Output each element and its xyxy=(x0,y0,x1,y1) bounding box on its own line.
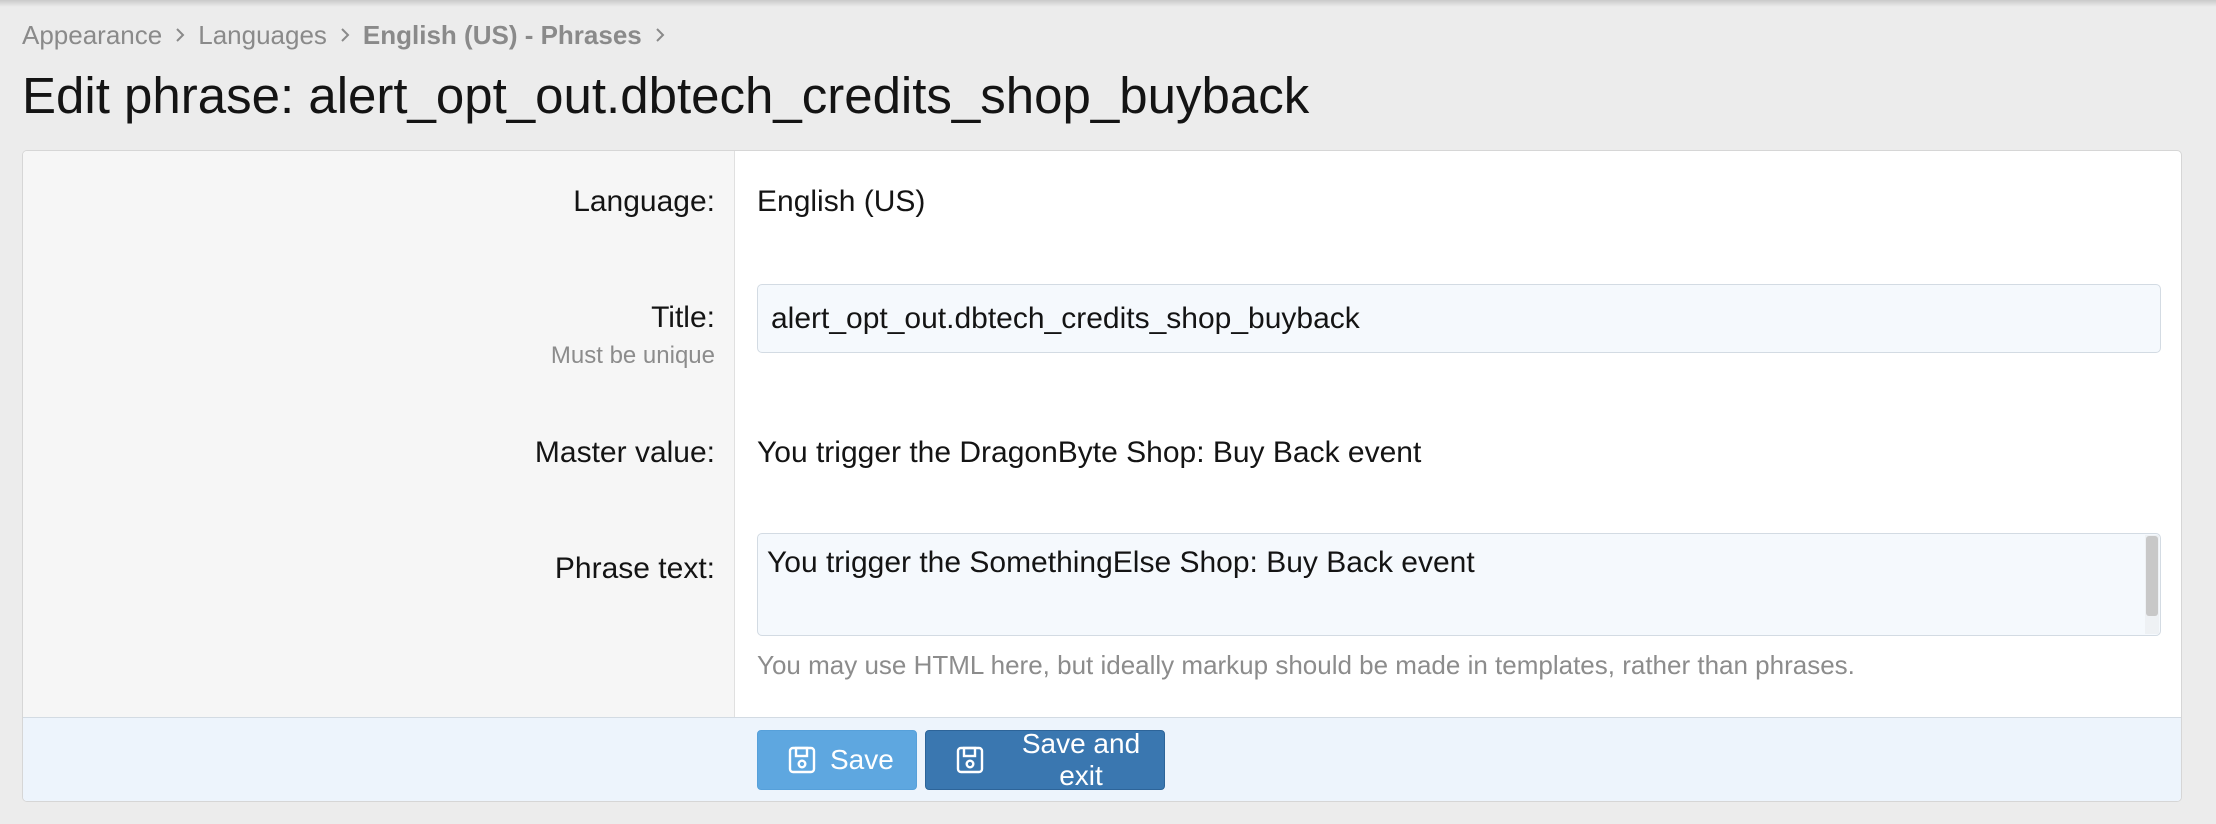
phrase-text-explain: You may use HTML here, but ideally marku… xyxy=(757,650,1855,680)
form-label-column xyxy=(23,151,735,717)
title-label: Title: xyxy=(651,301,715,334)
chevron-right-icon xyxy=(162,25,198,45)
breadcrumb-appearance[interactable]: Appearance xyxy=(22,20,162,51)
title-hint: Must be unique xyxy=(550,342,715,369)
master-value-text: You trigger the DragonByte Shop: Buy Bac… xyxy=(757,436,1422,469)
breadcrumb-english-phrases[interactable]: English (US) - Phrases xyxy=(363,20,642,51)
save-icon xyxy=(786,744,818,776)
page-title: Edit phrase: alert_opt_out.dbtech_credit… xyxy=(22,67,1310,124)
master-value-label: Master value: xyxy=(534,436,715,469)
language-value: English (US) xyxy=(757,185,926,218)
save-and-exit-button-label: Save and exit xyxy=(1021,728,1141,791)
chevron-right-icon xyxy=(642,25,678,45)
textarea-scrollbar-thumb[interactable] xyxy=(2146,536,2158,616)
edit-phrase-form: Language: English (US) Title: Must be un… xyxy=(22,150,2182,802)
save-and-exit-button[interactable]: Save and exit xyxy=(925,728,1165,791)
phrase-text-label: Phrase text: xyxy=(554,552,715,585)
form-submit-row: Save Save and exit xyxy=(23,717,2181,801)
chevron-right-icon xyxy=(327,25,363,45)
title-input[interactable] xyxy=(757,284,2161,353)
breadcrumb-languages[interactable]: Languages xyxy=(198,20,327,51)
top-shadow xyxy=(0,0,2216,7)
save-button[interactable]: Save xyxy=(757,730,917,790)
phrase-text-textarea[interactable]: You trigger the SomethingElse Shop: Buy … xyxy=(757,533,2161,636)
save-button-label: Save xyxy=(830,744,894,775)
save-icon xyxy=(954,744,986,776)
breadcrumb: Appearance Languages English (US) - Phra… xyxy=(22,18,678,52)
language-label: Language: xyxy=(573,185,715,218)
